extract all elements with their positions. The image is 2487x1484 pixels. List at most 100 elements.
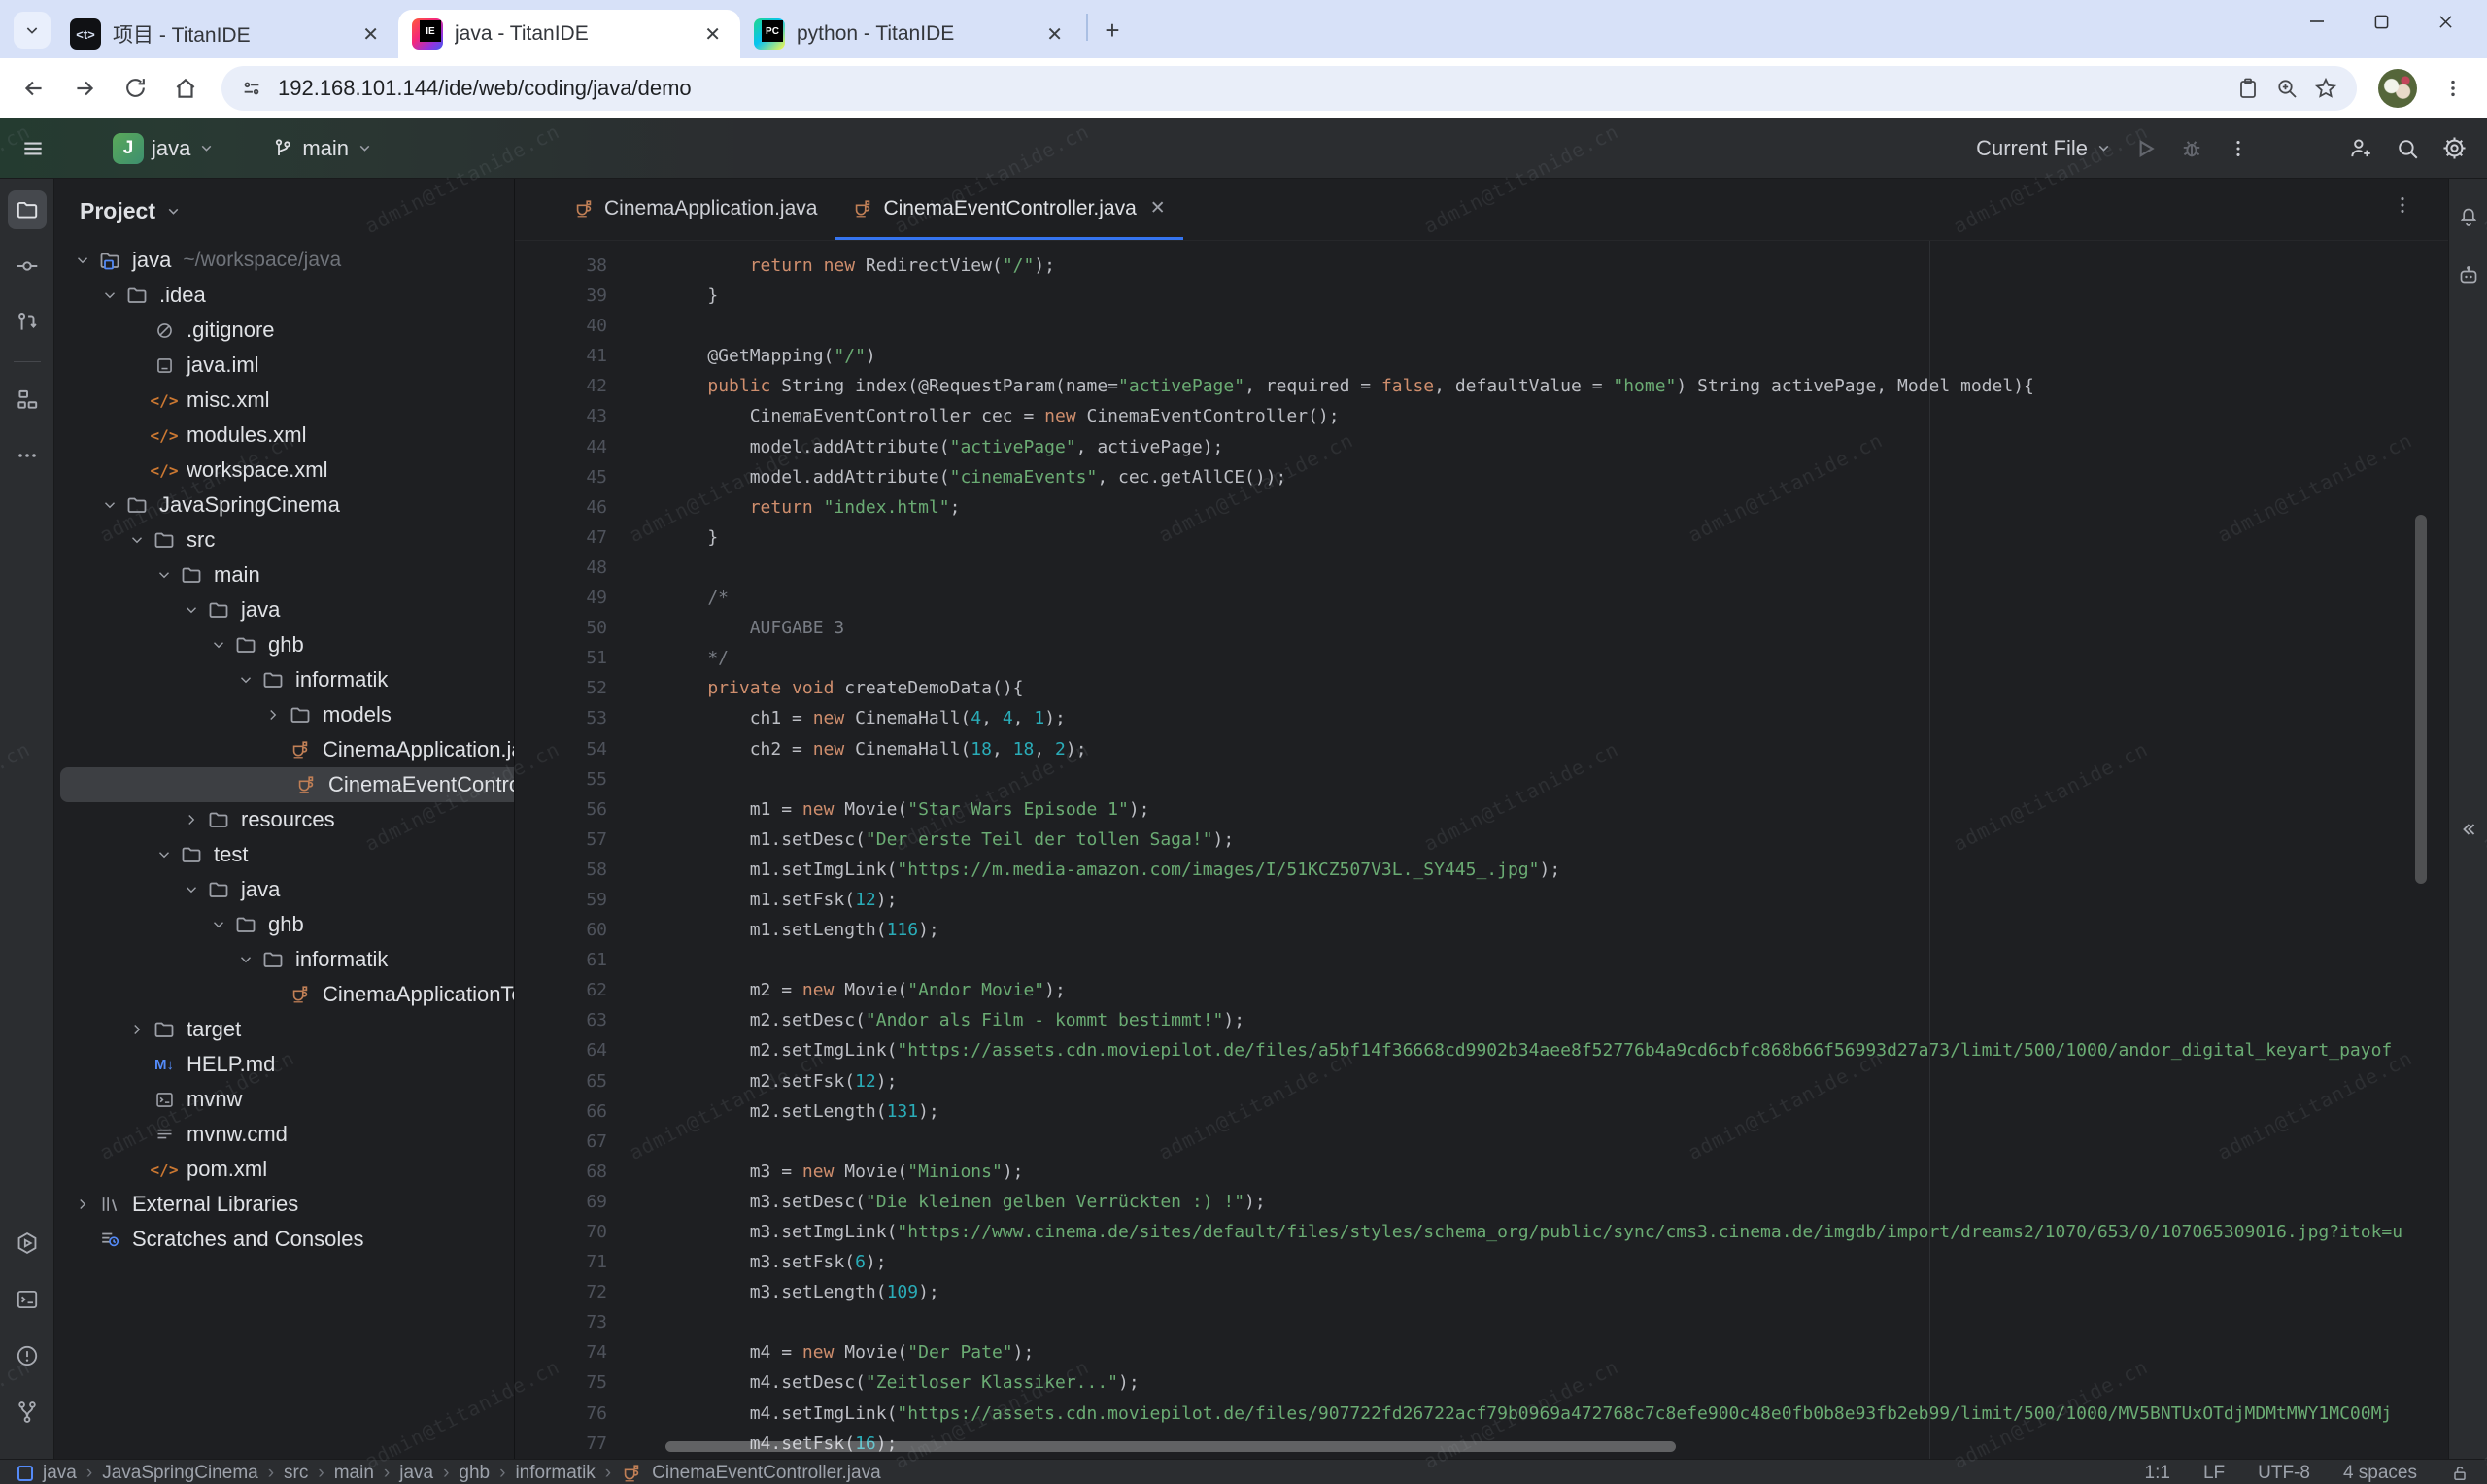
- breadcrumb-item[interactable]: JavaSpringCinema: [102, 1463, 258, 1484]
- url-text[interactable]: 192.168.101.144/ide/web/coding/java/demo: [278, 76, 2221, 101]
- chevron-down-icon[interactable]: [70, 252, 95, 269]
- code-line[interactable]: 50 AUFGABE 3: [515, 613, 2448, 643]
- code-editor[interactable]: 38 return new RedirectView("/");39 }4041…: [515, 241, 2448, 1459]
- code-line[interactable]: 75 m4.setDesc("Zeitloser Klassiker...");: [515, 1367, 2448, 1398]
- code-line[interactable]: 66 m2.setLength(131);: [515, 1096, 2448, 1127]
- tab-search-button[interactable]: [14, 12, 51, 49]
- tree-item-ghb[interactable]: ghb: [54, 627, 514, 662]
- chevron-down-icon[interactable]: [97, 287, 122, 304]
- tree-item-cinemaapplication-java[interactable]: CinemaApplication.java: [54, 732, 514, 767]
- code-line[interactable]: 43 CinemaEventController cec = new Cinem…: [515, 401, 2448, 431]
- notifications-button[interactable]: [2449, 202, 2487, 233]
- code-line[interactable]: 38 return new RedirectView("/");: [515, 251, 2448, 281]
- tree-item-informatik[interactable]: informatik: [54, 942, 514, 977]
- tree-item-resources[interactable]: resources: [54, 802, 514, 837]
- code-line[interactable]: 40: [515, 311, 2448, 341]
- browser-menu-button[interactable]: [2431, 66, 2475, 111]
- editor-tab-close-button[interactable]: ✕: [1150, 197, 1166, 219]
- code-line[interactable]: 51 */: [515, 643, 2448, 673]
- forward-button[interactable]: [62, 66, 107, 111]
- tree-item-main[interactable]: main: [54, 557, 514, 592]
- services-tool-button[interactable]: [8, 1224, 47, 1263]
- editor-tab-cinemaapplication-java[interactable]: CinemaApplication.java: [556, 180, 835, 240]
- chevron-right-icon[interactable]: [179, 811, 204, 828]
- chevron-down-icon[interactable]: [233, 671, 258, 689]
- browser-tab--titanide[interactable]: <t>项目 - TitanIDE✕: [56, 10, 398, 58]
- tree-item-informatik[interactable]: informatik: [54, 662, 514, 697]
- search-everywhere-button[interactable]: [2388, 129, 2427, 168]
- code-line[interactable]: 55: [515, 764, 2448, 794]
- chevron-right-icon[interactable]: [124, 1021, 150, 1038]
- code-line[interactable]: 53 ch1 = new CinemaHall(4, 4, 1);: [515, 703, 2448, 733]
- code-line[interactable]: 59 m1.setFsk(12);: [515, 885, 2448, 915]
- code-line[interactable]: 64 m2.setImgLink("https://assets.cdn.mov…: [515, 1035, 2448, 1065]
- tab-close-button[interactable]: ✕: [698, 20, 727, 49]
- breadcrumb-item[interactable]: ghb: [459, 1463, 490, 1484]
- editor-tab-cinemaeventcontroller-java[interactable]: CinemaEventController.java✕: [835, 180, 1182, 240]
- tree-item-pom-xml[interactable]: </>pom.xml: [54, 1152, 514, 1187]
- browser-tab-python-titanide[interactable]: PCpython - TitanIDE✕: [740, 10, 1082, 58]
- indent-style[interactable]: 4 spaces: [2343, 1463, 2417, 1484]
- clipboard-icon[interactable]: [2236, 77, 2260, 100]
- project-tool-button[interactable]: [8, 190, 47, 229]
- tree-item-test[interactable]: test: [54, 837, 514, 872]
- line-separator[interactable]: LF: [2203, 1463, 2225, 1484]
- code-line[interactable]: 73: [515, 1307, 2448, 1337]
- code-line[interactable]: 49 /*: [515, 583, 2448, 613]
- chevron-down-icon[interactable]: [97, 496, 122, 514]
- reload-button[interactable]: [113, 66, 157, 111]
- code-line[interactable]: 54 ch2 = new CinemaHall(18, 18, 2);: [515, 734, 2448, 764]
- new-tab-button[interactable]: +: [1096, 14, 1129, 47]
- run-config-selector[interactable]: Current File: [1976, 136, 2112, 161]
- settings-button[interactable]: [2435, 129, 2473, 168]
- terminal-tool-button[interactable]: [8, 1280, 47, 1319]
- code-line[interactable]: 70 m3.setImgLink("https://www.cinema.de/…: [515, 1217, 2448, 1247]
- problems-tool-button[interactable]: [8, 1336, 47, 1375]
- caret-position[interactable]: 1:1: [2145, 1463, 2170, 1484]
- code-line[interactable]: 62 m2 = new Movie("Andor Movie");: [515, 975, 2448, 1005]
- code-line[interactable]: 61: [515, 945, 2448, 975]
- breadcrumb-item[interactable]: src: [284, 1463, 308, 1484]
- chevron-down-icon[interactable]: [152, 846, 177, 863]
- tab-close-button[interactable]: ✕: [357, 20, 385, 49]
- code-line[interactable]: 74 m4 = new Movie("Der Pate");: [515, 1337, 2448, 1367]
- chevron-down-icon[interactable]: [206, 636, 231, 654]
- code-line[interactable]: 69 m3.setDesc("Die kleinen gelben Verrüc…: [515, 1187, 2448, 1217]
- editor-tab-options-button[interactable]: [2392, 194, 2413, 216]
- ai-assistant-button[interactable]: [2449, 260, 2487, 291]
- collapse-panel-button[interactable]: [2449, 814, 2487, 845]
- breadcrumb-item[interactable]: informatik: [515, 1463, 595, 1484]
- code-line[interactable]: 60 m1.setLength(116);: [515, 915, 2448, 945]
- debug-button[interactable]: [2172, 129, 2211, 168]
- pull-requests-tool-button[interactable]: [8, 303, 47, 342]
- code-line[interactable]: 56 m1 = new Movie("Star Wars Episode 1")…: [515, 794, 2448, 825]
- tree-item-ghb[interactable]: ghb: [54, 907, 514, 942]
- tree-item-javaspringcinema[interactable]: JavaSpringCinema: [54, 488, 514, 523]
- more-actions-button[interactable]: [2219, 129, 2258, 168]
- code-line[interactable]: 46 return "index.html";: [515, 492, 2448, 523]
- main-menu-button[interactable]: [14, 129, 52, 168]
- chevron-down-icon[interactable]: [233, 951, 258, 968]
- code-with-me-button[interactable]: [2341, 129, 2380, 168]
- tab-close-button[interactable]: ✕: [1040, 20, 1069, 49]
- tree-item--gitignore[interactable]: .gitignore: [54, 313, 514, 348]
- code-line[interactable]: 47 }: [515, 523, 2448, 553]
- code-line[interactable]: 67: [515, 1127, 2448, 1157]
- branch-widget[interactable]: main: [265, 136, 379, 161]
- tree-item-java[interactable]: java~/workspace/java: [54, 243, 514, 278]
- back-button[interactable]: [12, 66, 56, 111]
- chevron-right-icon[interactable]: [260, 706, 286, 724]
- tree-item-misc-xml[interactable]: </>misc.xml: [54, 383, 514, 418]
- code-line[interactable]: 39 }: [515, 281, 2448, 311]
- tree-item-src[interactable]: src: [54, 523, 514, 557]
- chevron-down-icon[interactable]: [152, 566, 177, 584]
- breadcrumb-item[interactable]: CinemaEventController.java: [652, 1463, 881, 1484]
- commit-tool-button[interactable]: [8, 247, 47, 286]
- code-line[interactable]: 76 m4.setImgLink("https://assets.cdn.mov…: [515, 1399, 2448, 1429]
- tree-item-java-iml[interactable]: java.iml: [54, 348, 514, 383]
- maximize-button[interactable]: [2349, 0, 2413, 43]
- minimize-button[interactable]: [2285, 0, 2349, 43]
- tree-item-help-md[interactable]: M↓HELP.md: [54, 1047, 514, 1082]
- chevron-down-icon[interactable]: [124, 531, 150, 549]
- chevron-right-icon[interactable]: [70, 1196, 95, 1213]
